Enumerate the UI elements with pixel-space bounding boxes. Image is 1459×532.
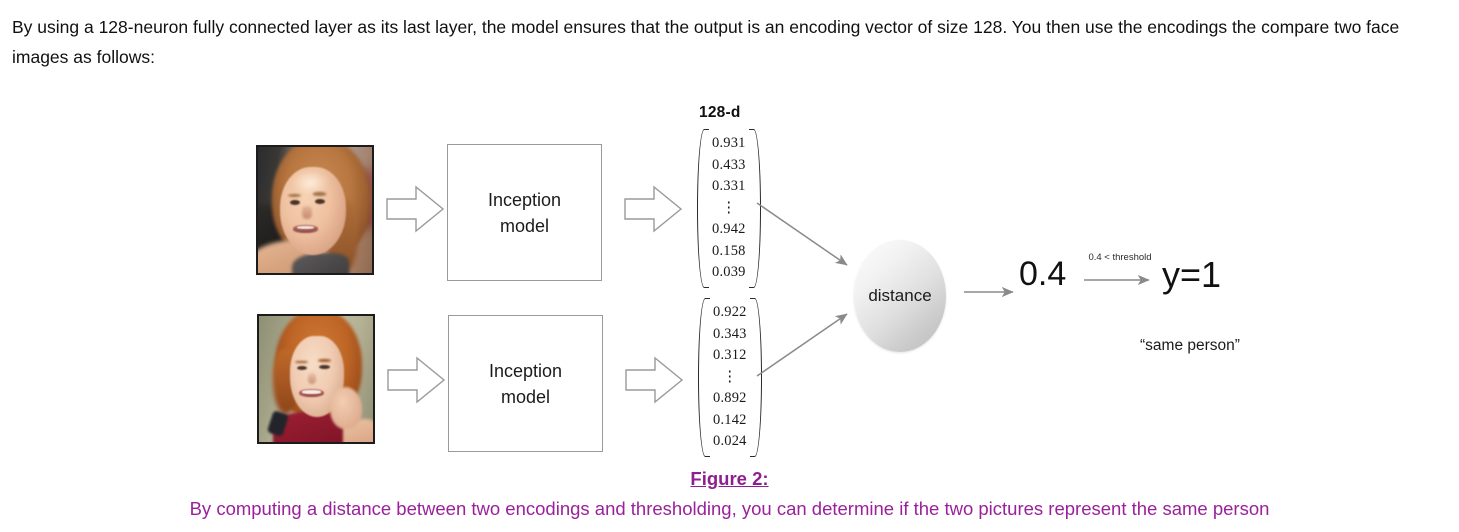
vector-value: 0.343 — [713, 325, 747, 342]
distance-score-value: 0.4 — [1019, 255, 1067, 293]
inception-label-line2-b: model — [500, 386, 551, 407]
inception-label-line2: model — [499, 215, 550, 236]
inception-model-box-label-top: Inception model — [488, 187, 561, 239]
arrow-vector-bottom-to-distance — [756, 313, 848, 377]
figure-caption-title: Figure 2: — [0, 468, 1459, 490]
vector-value: 0.142 — [713, 411, 747, 428]
encoding-vector-top: 0.931 0.433 0.331 ⋮ 0.942 0.158 0.039 — [697, 129, 761, 288]
block-arrow-photo-to-model-bottom — [387, 356, 446, 404]
vector-value: 0.312 — [713, 347, 747, 363]
vector-value: 0.942 — [712, 221, 746, 237]
face-photo-top — [256, 145, 374, 275]
distance-node-label: distance — [868, 286, 932, 305]
vector-value: 0.922 — [713, 304, 747, 320]
vector-value: 0.433 — [712, 156, 746, 173]
vector-ellipsis: ⋮ — [722, 368, 738, 385]
vector-value: 0.158 — [712, 242, 746, 259]
block-arrow-model-to-vector-top — [624, 185, 683, 233]
vector-value: 0.024 — [713, 433, 747, 449]
decision-output-value: y=1 — [1162, 254, 1222, 295]
figure-caption-title-text: Figure 2 — [690, 468, 763, 489]
encoding-dimension-label: 128-d — [699, 104, 741, 121]
vector-value: 0.039 — [712, 264, 746, 280]
inception-model-box-label-bottom: Inception model — [489, 358, 562, 410]
decision-meaning-label: “same person” — [1140, 337, 1240, 354]
vector-value: 0.892 — [713, 390, 747, 406]
intro-paragraph: By using a 128-neuron fully connected la… — [12, 17, 1400, 67]
distance-node: distance — [854, 240, 946, 352]
vector-value: 0.331 — [712, 178, 746, 194]
figure-caption-text: By computing a distance between two enco… — [189, 498, 1270, 519]
inception-label-line1-b: Inception — [488, 360, 563, 381]
arrow-distance-to-score — [964, 286, 1014, 298]
vector-left-paren-top — [697, 129, 709, 288]
block-arrow-model-to-vector-bottom — [625, 356, 684, 404]
arrow-score-to-decision — [1084, 274, 1150, 286]
encoding-vector-bottom: 0.922 0.343 0.312 ⋮ 0.892 0.142 0.024 — [698, 298, 762, 457]
threshold-condition-label: 0.4 < threshold — [1088, 252, 1152, 263]
vector-left-paren-bottom — [698, 298, 710, 457]
inception-model-box-bottom: Inception model — [448, 315, 603, 452]
vector-value: 0.931 — [712, 135, 746, 151]
vector-ellipsis: ⋮ — [721, 199, 737, 216]
inception-label-line1: Inception — [487, 189, 562, 210]
inception-model-box-top: Inception model — [447, 144, 602, 281]
figure-caption-title-colon: : — [762, 468, 769, 489]
face-photo-bottom — [257, 314, 375, 444]
figure-diagram: Inception model Inception model 128-d 0.… — [0, 92, 1459, 472]
block-arrow-photo-to-model-top — [386, 185, 445, 233]
